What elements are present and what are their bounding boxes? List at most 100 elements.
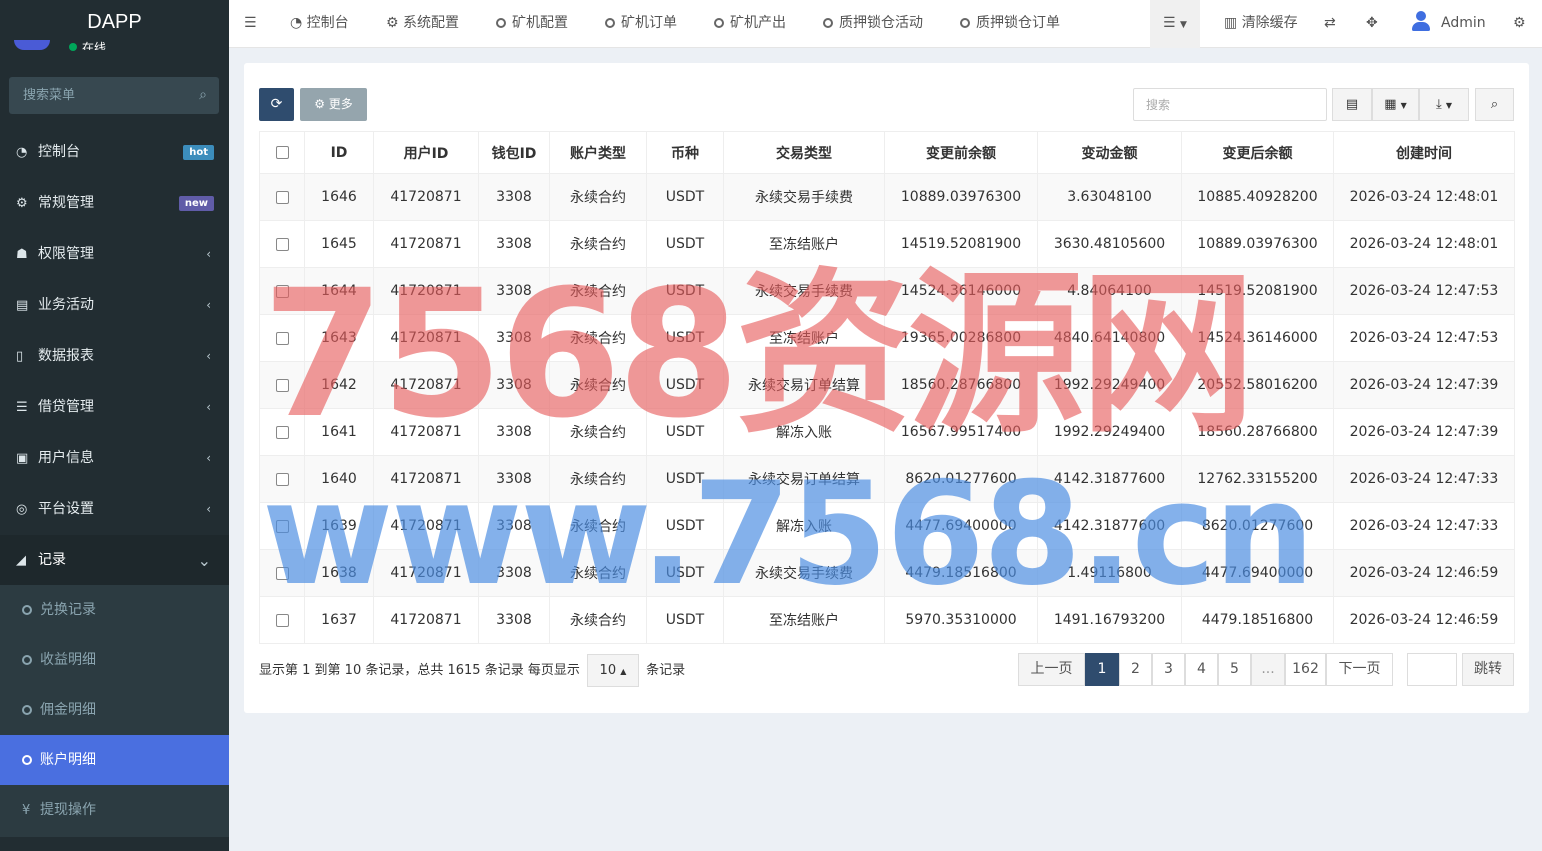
table-row[interactable]: 1646 41720871 3308 永续合约 USDT 永续交易手续费 10889.039… <box>259 173 1515 221</box>
jump-page-input[interactable] <box>1407 653 1457 686</box>
advanced-search-button[interactable]: ⌕ <box>1475 88 1514 121</box>
table-row[interactable]: 1643 41720871 3308 永续合约 USDT 至冻结账户 19365.00286… <box>259 314 1515 362</box>
table-cell: 3308 <box>478 220 550 268</box>
prev-page-button[interactable]: 上一页 <box>1018 653 1085 686</box>
table-search-input[interactable] <box>1133 88 1327 121</box>
fullscreen-icon[interactable]: ✥ <box>1366 0 1378 48</box>
table-cell: 3308 <box>478 596 550 644</box>
search-icon[interactable]: ⌕ <box>199 87 207 103</box>
table-row[interactable]: 1645 41720871 3308 永续合约 USDT 至冻结账户 14519.52081… <box>259 220 1515 268</box>
page-162-button[interactable]: 162 <box>1285 653 1326 686</box>
more-button[interactable]: ⚙ 更多 <box>300 88 367 121</box>
sidebar-item-4[interactable]: ▯ 数据报表 ‹ <box>0 331 229 382</box>
toggle-view-button[interactable]: ▤ <box>1332 88 1372 121</box>
tab-miner-output[interactable]: 矿机产出 <box>714 0 786 48</box>
table-cell: 永续合约 <box>549 267 647 315</box>
row-checkbox[interactable] <box>275 519 289 533</box>
table-row[interactable]: 1641 41720871 3308 永续合约 USDT 解冻入账 16567.995174… <box>259 408 1515 456</box>
tab-system-config[interactable]: ⚙ 系统配置 <box>386 0 459 48</box>
table-row[interactable]: 1639 41720871 3308 永续合约 USDT 解冻入账 4477.6940000… <box>259 502 1515 550</box>
row-checkbox[interactable] <box>275 284 289 298</box>
table-cell: 3308 <box>478 408 550 456</box>
row-checkbox[interactable] <box>275 566 289 580</box>
column-header[interactable]: 变更后余额 <box>1181 131 1334 174</box>
tabs-dropdown-button[interactable]: ☰ ▼ <box>1150 0 1200 48</box>
submenu-item-0[interactable]: 兑换记录 <box>0 585 229 635</box>
sidebar-search-input[interactable] <box>9 77 179 114</box>
tab-dashboard[interactable]: ◔ 控制台 <box>290 0 349 48</box>
table-cell: 41720871 <box>373 596 479 644</box>
table-cell: 3308 <box>478 314 550 362</box>
chevron-left-icon: ‹ <box>206 298 211 312</box>
clear-cache-button[interactable]: ▥ 清除缓存 <box>1224 0 1298 48</box>
page-size-dropdown[interactable]: 10 ▲ <box>586 654 639 687</box>
sidebar-item-label: 记录 <box>38 552 66 568</box>
row-checkbox[interactable] <box>275 378 289 392</box>
chevron-left-icon: ‹ <box>206 400 211 414</box>
refresh-button[interactable]: ⟳ <box>259 88 294 121</box>
table-cell: 3308 <box>478 502 550 550</box>
page-2-button[interactable]: 2 <box>1119 653 1152 686</box>
table-cell: 4142.31877600 <box>1037 502 1182 550</box>
page-3-button[interactable]: 3 <box>1152 653 1185 686</box>
sidebar-item-6[interactable]: ▣ 用户信息 ‹ <box>0 433 229 484</box>
column-header[interactable]: 变动金额 <box>1037 131 1182 174</box>
row-checkbox[interactable] <box>275 331 289 345</box>
row-checkbox[interactable] <box>275 425 289 439</box>
submenu-item-3[interactable]: 账户明细 <box>0 735 229 785</box>
caret-down-icon: ▼ <box>1445 101 1453 110</box>
download-icon: ⤓ <box>1435 97 1442 112</box>
menu-toggle-icon[interactable]: ☰ <box>244 0 257 48</box>
table-row[interactable]: 1640 41720871 3308 永续合约 USDT 永续交易订单结算 8620.012… <box>259 455 1515 503</box>
admin-user-menu[interactable]: Admin <box>1411 0 1486 48</box>
table-cell: 41720871 <box>373 314 479 362</box>
tab-miner-config[interactable]: 矿机配置 <box>496 0 568 48</box>
page-1-button[interactable]: 1 <box>1085 653 1119 686</box>
tab-staking-orders[interactable]: 质押锁仓订单 <box>960 0 1060 48</box>
column-header[interactable]: 变更前余额 <box>884 131 1038 174</box>
column-header[interactable]: 账户类型 <box>549 131 647 174</box>
sidebar-item-0[interactable]: ◔ 控制台 hot <box>0 127 229 178</box>
submenu-item-4[interactable]: ¥ 提现操作 <box>0 785 229 835</box>
column-header[interactable]: 创建时间 <box>1333 131 1515 174</box>
sidebar-item-8[interactable]: ◢ 记录 ⌄ <box>0 535 229 586</box>
page-5-button[interactable]: 5 <box>1218 653 1251 686</box>
row-checkbox[interactable] <box>275 237 289 251</box>
circle-icon <box>714 18 724 28</box>
table-cell: 14524.36146000 <box>884 267 1038 315</box>
page-4-button[interactable]: 4 <box>1185 653 1218 686</box>
select-all-checkbox[interactable] <box>275 146 289 159</box>
sidebar-item-1[interactable]: ⚙ 常规管理 new <box>0 178 229 229</box>
sidebar-item-2[interactable]: ☗ 权限管理 ‹ <box>0 229 229 280</box>
circle-icon <box>823 18 833 28</box>
sidebar-item-3[interactable]: ▤ 业务活动 ‹ <box>0 280 229 331</box>
table-cell: 41720871 <box>373 267 479 315</box>
row-checkbox[interactable] <box>275 190 289 204</box>
sidebar-item-7[interactable]: ◎ 平台设置 ‹ <box>0 484 229 535</box>
column-header[interactable]: 钱包ID <box>478 131 550 174</box>
tab-miner-orders[interactable]: 矿机订单 <box>605 0 677 48</box>
row-checkbox[interactable] <box>275 472 289 486</box>
column-header[interactable]: 用户ID <box>373 131 479 174</box>
gear-icon: ⚙ <box>314 97 325 111</box>
settings-cogs-icon[interactable]: ⚙ <box>1513 0 1526 48</box>
sidebar-item-5[interactable]: ☰ 借贷管理 ‹ <box>0 382 229 433</box>
table-cell: USDT <box>646 267 724 315</box>
tab-staking-activity[interactable]: 质押锁仓活动 <box>823 0 923 48</box>
table-row[interactable]: 1638 41720871 3308 永续合约 USDT 永续交易手续费 4479.1851… <box>259 549 1515 597</box>
export-dropdown-button[interactable]: ⤓ ▼ <box>1419 88 1469 121</box>
column-header[interactable]: 交易类型 <box>723 131 885 174</box>
table-cell: USDT <box>646 361 724 409</box>
submenu-item-2[interactable]: 佣金明细 <box>0 685 229 735</box>
table-row[interactable]: 1637 41720871 3308 永续合约 USDT 至冻结账户 5970.353100… <box>259 596 1515 644</box>
column-header[interactable]: ID <box>304 131 374 174</box>
column-header[interactable]: 币种 <box>646 131 724 174</box>
row-checkbox[interactable] <box>275 613 289 627</box>
table-row[interactable]: 1642 41720871 3308 永续合约 USDT 永续交易订单结算 18560.28… <box>259 361 1515 409</box>
next-page-button[interactable]: 下一页 <box>1326 653 1393 686</box>
submenu-item-1[interactable]: 收益明细 <box>0 635 229 685</box>
table-row[interactable]: 1644 41720871 3308 永续合约 USDT 永续交易手续费 14524.361… <box>259 267 1515 315</box>
jump-button[interactable]: 跳转 <box>1462 653 1514 686</box>
columns-dropdown-button[interactable]: ▦ ▼ <box>1372 88 1419 121</box>
language-icon[interactable]: ⇄ <box>1324 0 1336 48</box>
